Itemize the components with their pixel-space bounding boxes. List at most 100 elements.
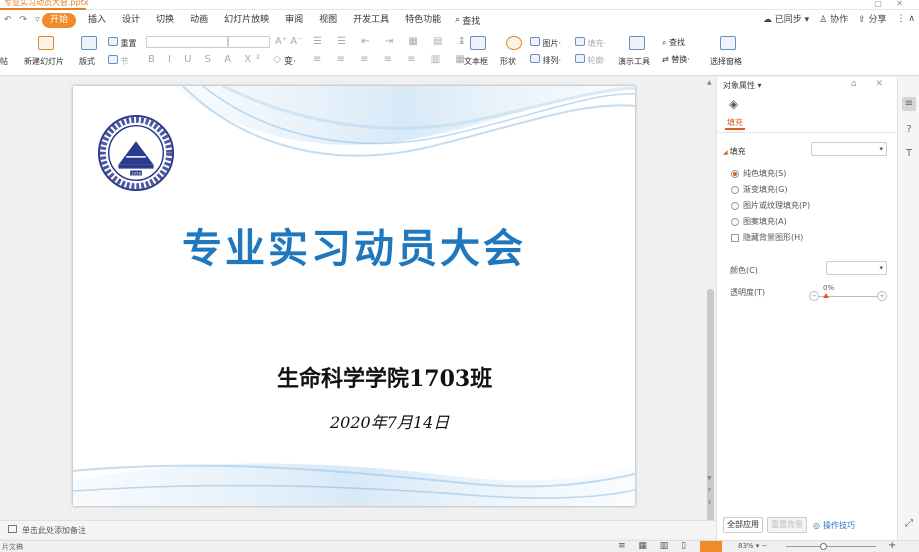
zoom-level[interactable]: 83% ▾ − xyxy=(738,542,767,550)
transparency-value: 0% xyxy=(823,284,835,292)
text-format-icon[interactable]: T xyxy=(902,147,916,161)
view-mode-icons[interactable]: ≡ ▦ ▥ ▯ xyxy=(618,541,691,551)
more-icon[interactable]: ⋮ ∧ xyxy=(897,14,915,24)
radio-gradient-fill[interactable] xyxy=(731,185,739,194)
title-strip: 专业实习动员大会.pptx ▢ ✕ xyxy=(0,0,919,10)
layout-button[interactable]: 版式 xyxy=(79,56,95,67)
reset-button[interactable]: 重置 xyxy=(108,37,137,49)
radio-picture-fill[interactable] xyxy=(731,201,739,210)
zoom-in-icon[interactable]: + xyxy=(888,540,896,551)
outline-button[interactable]: 轮廓· xyxy=(575,54,606,66)
select-pane-button[interactable]: 选择窗格 xyxy=(710,56,742,67)
picture-button[interactable]: 图片· xyxy=(530,37,561,49)
change-case-button[interactable]: 变· xyxy=(284,54,296,67)
shape-button[interactable]: 形状 xyxy=(500,56,516,67)
expand-icon[interactable]: ⤢ xyxy=(902,517,916,531)
redo-icon[interactable]: ↷ xyxy=(20,15,28,25)
scroll-down-icon[interactable]: ▼ xyxy=(707,475,712,482)
font-grow-shrink-icon[interactable]: A⁺ A⁻ xyxy=(275,36,302,47)
layout-icon[interactable] xyxy=(81,36,97,52)
help-icon[interactable]: ? xyxy=(902,123,916,137)
share-button[interactable]: ⇪ 分享 xyxy=(858,12,886,25)
tab-developer[interactable]: 开发工具 xyxy=(345,13,397,28)
minus-icon[interactable]: − xyxy=(809,291,819,301)
zoom-slider-knob[interactable] xyxy=(820,543,827,550)
play-slideshow-button[interactable] xyxy=(700,541,722,552)
option-solid-fill[interactable]: 纯色填充(S) xyxy=(731,168,786,179)
tab-animations[interactable]: 动画 xyxy=(182,13,216,28)
tips-link[interactable]: ◎ 操作技巧 xyxy=(813,520,855,531)
fill-bucket-icon[interactable]: ◈ xyxy=(729,97,738,111)
slide-canvas[interactable]: 1958 专业实习动员大会 生命科学学院1703班 2020年7月14日 xyxy=(73,86,635,506)
checkbox-hide-background[interactable] xyxy=(731,233,739,242)
notes-bar[interactable]: 单击此处添加备注 xyxy=(0,520,716,538)
tab-review[interactable]: 审阅 xyxy=(277,13,311,28)
tab-slideshow[interactable]: 幻灯片放映 xyxy=(216,13,277,28)
tab-design[interactable]: 设计 xyxy=(114,13,148,28)
arrange-button[interactable]: 排列· xyxy=(530,54,561,66)
undo-icon[interactable]: ↶ xyxy=(4,15,12,25)
radio-solid-fill[interactable] xyxy=(731,169,739,178)
list-icons[interactable]: ☰ ☰ ⇤ ⇥ ▦ ▤ ↨ xyxy=(313,36,472,47)
collab-button[interactable]: ♙ 协作 xyxy=(819,12,848,25)
font-size-select[interactable] xyxy=(228,36,270,48)
document-tab[interactable]: 专业实习动员大会.pptx xyxy=(4,0,89,8)
customize-dropdown-icon[interactable]: ▿ xyxy=(35,15,40,25)
fill-section-header[interactable]: ◢ 填充 xyxy=(723,146,746,157)
pane-header-icons[interactable]: ⌂ ✕ xyxy=(851,79,891,89)
replace-button[interactable]: ⇄ 替换· xyxy=(662,54,690,65)
reset-background-button[interactable]: 重置背景 xyxy=(767,517,807,533)
notes-icon xyxy=(8,525,17,533)
textbox-icon[interactable] xyxy=(470,36,486,52)
editor-left-gutter xyxy=(0,77,70,520)
notes-placeholder[interactable]: 单击此处添加备注 xyxy=(22,525,86,536)
zoom-slider-track[interactable] xyxy=(786,546,876,547)
select-pane-icon[interactable] xyxy=(720,36,736,52)
slide-date[interactable]: 2020年7月14日 xyxy=(330,409,449,433)
slide-title[interactable]: 专业实习动员大会 xyxy=(73,216,635,274)
apply-all-button[interactable]: 全部应用 xyxy=(723,517,763,533)
properties-icon[interactable]: ≡ xyxy=(902,97,916,111)
present-tool-button[interactable]: 演示工具 xyxy=(618,56,650,67)
tab-home[interactable]: 开始 xyxy=(42,12,77,28)
chevron-down-icon: ▾ xyxy=(879,145,883,153)
font-name-select[interactable] xyxy=(146,36,228,48)
transparency-slider[interactable]: − 0% + xyxy=(809,284,887,304)
prev-slide-icon[interactable]: ⇞ xyxy=(707,487,712,494)
shape-icon[interactable] xyxy=(506,36,522,52)
tab-features[interactable]: 特色功能 xyxy=(397,13,449,28)
section-button[interactable]: 节 xyxy=(108,55,129,67)
tab-view[interactable]: 视图 xyxy=(311,13,345,28)
status-doc-type: 片文稿 xyxy=(2,543,23,551)
window-buttons[interactable]: ▢ ✕ xyxy=(874,0,909,8)
option-picture-fill[interactable]: 图片或纹理填充(P) xyxy=(731,200,810,211)
new-slide-button[interactable]: 新建幻灯片 xyxy=(24,56,64,67)
align-icons[interactable]: ≡ ≡ ≡ ≡ ≡ ▥ ▦ xyxy=(313,54,471,65)
color-dropdown[interactable]: ▾ xyxy=(826,261,887,275)
find-button[interactable]: ⌕ 查找 xyxy=(662,37,685,48)
search-button[interactable]: ⌕ 查找 xyxy=(449,14,480,27)
tab-fill[interactable]: 填充 xyxy=(727,117,743,128)
slider-knob[interactable] xyxy=(823,293,829,298)
radio-pattern-fill[interactable] xyxy=(731,217,739,226)
option-hide-background[interactable]: 隐藏背景图形(H) xyxy=(731,232,803,243)
sync-button[interactable]: ☁ 已同步 ▾ xyxy=(763,12,809,25)
next-slide-icon[interactable]: ⇟ xyxy=(707,499,712,506)
plus-icon[interactable]: + xyxy=(877,291,887,301)
font-style-icons[interactable]: B I U S A X² ◇ xyxy=(148,54,286,65)
scroll-up-icon[interactable]: ▲ xyxy=(707,79,712,86)
fill-type-dropdown[interactable]: ▾ xyxy=(811,142,887,156)
slide-subtitle[interactable]: 生命科学学院1703班 xyxy=(277,361,492,393)
menu-right-group: ☁ 已同步 ▾ ♙ 协作 ⇪ 分享 ⋮ ∧ xyxy=(763,12,915,26)
option-gradient-fill[interactable]: 渐变填充(G) xyxy=(731,184,787,195)
paste-button[interactable]: 帖 xyxy=(0,56,8,67)
vertical-scrollbar[interactable]: ▲ ▼ ⇞ ⇟ xyxy=(705,77,716,535)
pane-header[interactable]: 对象属性 ▾ xyxy=(723,80,762,91)
new-slide-icon[interactable] xyxy=(38,36,54,52)
textbox-button[interactable]: 文本框 xyxy=(464,56,488,67)
fill-button[interactable]: 填充· xyxy=(575,37,606,49)
option-pattern-fill[interactable]: 图案填充(A) xyxy=(731,216,787,227)
present-tool-icon[interactable] xyxy=(629,36,645,52)
tab-transitions[interactable]: 切换 xyxy=(148,13,182,28)
tab-insert[interactable]: 插入 xyxy=(80,13,114,28)
